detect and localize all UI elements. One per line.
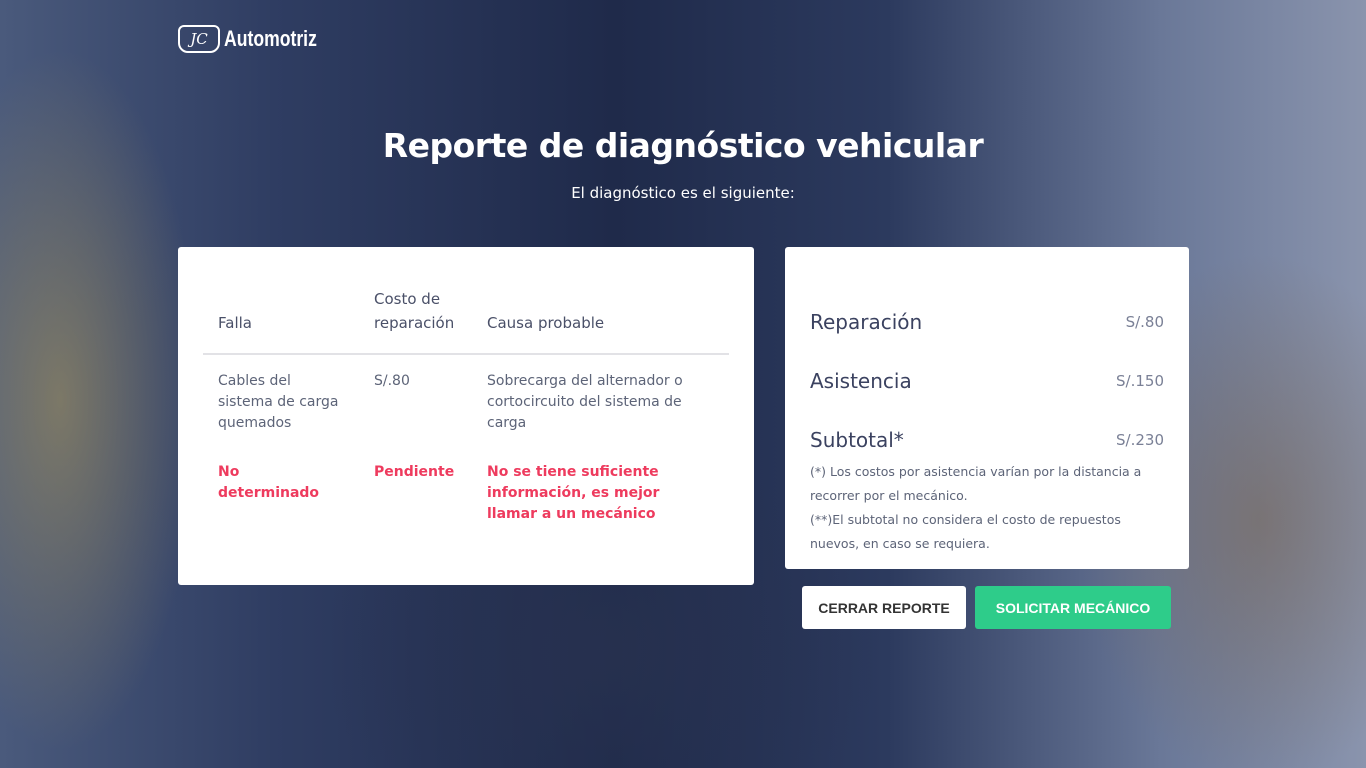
request-mechanic-button[interactable]: SOLICITAR MECÁNICO (975, 586, 1171, 629)
cost-summary-card: Reparación S/.80 Asistencia S/.150 Subtota… (785, 247, 1189, 569)
cell-falla: No determinado (218, 464, 320, 501)
page-subtitle: El diagnóstico es el siguiente: (571, 184, 795, 202)
summary-label: Subtotal* (810, 428, 904, 452)
summary-row-reparacion: Reparación S/.80 (810, 289, 1164, 332)
cell-costo: Pendiente (374, 464, 455, 480)
header-falla: Falla (203, 287, 359, 355)
logo[interactable]: JC Automotriz (178, 25, 340, 53)
logo-badge-icon: JC (178, 25, 220, 53)
summary-value: S/.150 (1116, 372, 1164, 390)
header-costo: Costo de reparación (359, 287, 472, 355)
footnote-2: (**)El subtotal no considera el costo de… (810, 512, 1121, 551)
diagnosis-table: Falla Costo de reparación Causa probable… (203, 287, 729, 525)
header-causa: Causa probable (472, 287, 729, 355)
summary-value: S/.230 (1116, 431, 1164, 449)
summary-row-asistencia: Asistencia S/.150 (810, 332, 1164, 391)
page-title: Reporte de diagnóstico vehicular (382, 126, 984, 165)
summary-value: S/.80 (1125, 313, 1164, 331)
table-row: Cables del sistema de carga quemados S/.… (203, 354, 729, 434)
close-report-button[interactable]: CERRAR REPORTE (802, 586, 966, 629)
diagnosis-card: Falla Costo de reparación Causa probable… (178, 247, 754, 585)
footnote-1: (*) Los costos por asistencia varían por… (810, 464, 1142, 503)
summary-row-subtotal: Subtotal* S/.230 (810, 391, 1164, 450)
footnotes: (*) Los costos por asistencia varían por… (810, 460, 1164, 556)
cell-causa: No se tiene suficiente información, es m… (487, 464, 660, 522)
cell-costo: S/.80 (374, 373, 410, 389)
cell-causa: Sobrecarga del alternador o cortocircuit… (487, 373, 683, 431)
summary-label: Asistencia (810, 369, 912, 393)
logo-text: Automotriz (224, 26, 317, 51)
table-row: No determinado Pendiente No se tiene suf… (203, 434, 729, 525)
cell-falla: Cables del sistema de carga quemados (218, 373, 339, 431)
logo-monogram: JC (190, 30, 208, 48)
summary-label: Reparación (810, 310, 923, 334)
